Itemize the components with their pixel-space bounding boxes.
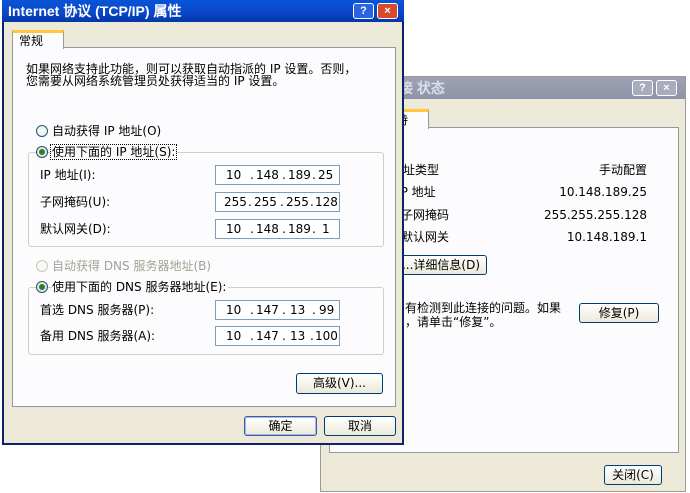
gateway-value: 10.148.189.1 xyxy=(566,230,647,244)
tcpip-title: Internet 协议 (TCP/IP) 属性 xyxy=(8,3,182,19)
address-type-value: 手动配置 xyxy=(598,163,647,177)
radio-auto-ip[interactable] xyxy=(36,125,48,137)
radio-auto-ip-label: 自动获得 IP 地址(O) xyxy=(52,124,162,138)
radio-manual-dns[interactable] xyxy=(36,281,48,293)
radio-auto-dns-label: 自动获得 DNS 服务器地址(B) xyxy=(52,259,212,273)
tcpip-titlebar[interactable]: Internet 协议 (TCP/IP) 属性 ? × xyxy=(2,0,404,22)
radio-manual-dns-label: 使用下面的 DNS 服务器地址(E): xyxy=(52,280,229,294)
intro-line2: 您需要从网络系统管理员处获得适当的 IP 设置。 xyxy=(26,74,285,88)
gateway-label: 默认网关: xyxy=(401,230,449,244)
close-button[interactable]: 关闭(C) xyxy=(604,465,662,485)
close-icon[interactable]: × xyxy=(656,80,677,96)
tab-general-label: 常规 xyxy=(19,34,44,48)
subnet-mask-input[interactable]: 255 . 255 . 255 . 128 xyxy=(215,192,340,212)
radio-manual-ip-label: 使用下面的 IP 地址(S): xyxy=(49,144,178,160)
ip-address-input[interactable]: 10 . 148 . 189 . 25 xyxy=(215,165,340,185)
ok-button[interactable]: 确定 xyxy=(244,416,317,436)
close-icon[interactable]: × xyxy=(377,3,398,19)
cancel-button[interactable]: 取消 xyxy=(324,416,396,436)
help-icon[interactable]: ? xyxy=(353,3,374,19)
mask-label: 子网掩码(U): xyxy=(40,195,111,209)
dns1-label: 首选 DNS 服务器(P): xyxy=(40,303,155,317)
alternate-dns-input[interactable]: 10 . 147 . 13 . 100 xyxy=(215,326,340,346)
ip-label: IP 地址(I): xyxy=(40,168,96,182)
dns2-label: 备用 DNS 服务器(A): xyxy=(40,329,156,343)
gateway-input[interactable]: 10 . 148 . 189 .1 xyxy=(215,219,340,239)
radio-auto-dns[interactable] xyxy=(36,260,48,272)
repair-text-line2: ，请单击“修复”。 xyxy=(405,315,502,329)
status-window-title: 接 状态 xyxy=(399,80,445,96)
subnet-mask-value: 255.255.255.128 xyxy=(543,208,647,222)
ip-address-value: 10.148.189.25 xyxy=(559,185,647,199)
tcpip-properties-dialog: Internet 协议 (TCP/IP) 属性 ? × 常规 如果网络支持此功能… xyxy=(2,0,404,445)
help-button[interactable]: ? xyxy=(632,80,653,96)
radio-manual-ip[interactable] xyxy=(36,146,48,158)
tab-general[interactable]: 常规 xyxy=(12,30,64,49)
repair-text-line1: 有检测到此连接的问题。如果 xyxy=(405,301,562,315)
repair-button[interactable]: 修复(P) xyxy=(579,303,659,323)
preferred-dns-input[interactable]: 10 . 147 . 13 . 99 xyxy=(215,300,340,320)
gateway-label: 默认网关(D): xyxy=(40,222,111,236)
details-button-label: 详细信息(D)... xyxy=(401,258,480,272)
subnet-mask-label: 子网掩码: xyxy=(397,208,449,222)
advanced-button[interactable]: 高级(V)... xyxy=(296,373,383,394)
